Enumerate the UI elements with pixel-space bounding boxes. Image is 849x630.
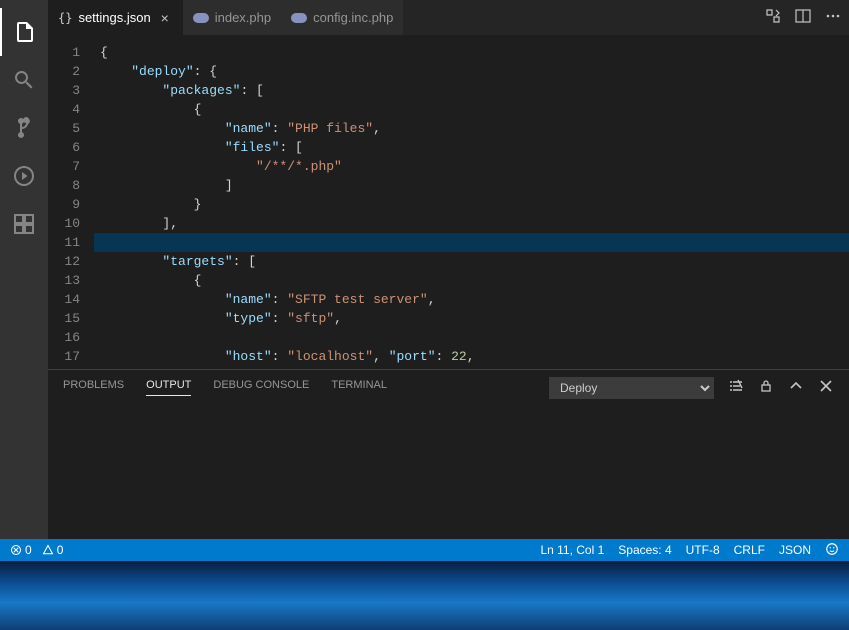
tab-label: index.php bbox=[215, 10, 271, 25]
code-line[interactable]: "host": "localhost", "port": 22, bbox=[94, 347, 849, 366]
tab-label: settings.json bbox=[78, 10, 150, 25]
clear-output-icon[interactable] bbox=[728, 378, 744, 397]
line-number: 17 bbox=[48, 347, 80, 366]
line-number: 3 bbox=[48, 81, 80, 100]
line-number: 13 bbox=[48, 271, 80, 290]
code-line[interactable]: "user": "tester", "password": "password" bbox=[94, 366, 849, 369]
close-tab-icon[interactable]: × bbox=[157, 10, 173, 26]
line-number: 7 bbox=[48, 157, 80, 176]
lock-scroll-icon[interactable] bbox=[758, 378, 774, 397]
statusbar: 0 0 Ln 11, Col 1 Spaces: 4 UTF-8 CRLF JS… bbox=[0, 539, 849, 561]
eol[interactable]: CRLF bbox=[734, 543, 765, 557]
more-actions-icon[interactable] bbox=[825, 8, 841, 27]
code-line[interactable]: { bbox=[94, 271, 849, 290]
search-icon[interactable] bbox=[0, 56, 48, 104]
code-line[interactable]: ] bbox=[94, 176, 849, 195]
activity-bar bbox=[0, 0, 48, 539]
php-file-icon bbox=[291, 13, 307, 23]
code-line[interactable]: "packages": [ bbox=[94, 81, 849, 100]
cursor-position[interactable]: Ln 11, Col 1 bbox=[540, 543, 604, 557]
line-number: 5 bbox=[48, 119, 80, 138]
code-line[interactable]: } bbox=[94, 195, 849, 214]
line-number: 14 bbox=[48, 290, 80, 309]
panel-tab-debug-console[interactable]: DEBUG CONSOLE bbox=[213, 379, 309, 396]
extensions-icon[interactable] bbox=[0, 200, 48, 248]
debug-icon[interactable] bbox=[0, 152, 48, 200]
line-number: 9 bbox=[48, 195, 80, 214]
line-number: 1 bbox=[48, 43, 80, 62]
code-line[interactable]: { bbox=[94, 43, 849, 62]
maximize-panel-icon[interactable] bbox=[788, 378, 804, 397]
explorer-icon[interactable] bbox=[0, 8, 48, 56]
panel-tab-problems[interactable]: PROBLEMS bbox=[63, 379, 124, 396]
code-line[interactable]: "name": "PHP files", bbox=[94, 119, 849, 138]
line-number: 15 bbox=[48, 309, 80, 328]
tab-index-php[interactable]: index.php bbox=[183, 0, 281, 35]
source-control-icon[interactable] bbox=[0, 104, 48, 152]
code-line[interactable]: "targets": [ bbox=[94, 252, 849, 271]
warning-badge[interactable]: 0 bbox=[42, 543, 64, 557]
code-line[interactable] bbox=[94, 328, 849, 347]
code-line[interactable]: "type": "sftp", bbox=[94, 309, 849, 328]
line-number: 12 bbox=[48, 252, 80, 271]
split-editor-icon[interactable] bbox=[795, 8, 811, 27]
windows-taskbar bbox=[0, 561, 849, 630]
diff-editor-icon[interactable] bbox=[765, 8, 781, 27]
close-panel-icon[interactable] bbox=[818, 378, 834, 397]
tab-bar: {} settings.json × index.php config.inc.php bbox=[48, 0, 849, 35]
code-line[interactable]: { bbox=[94, 100, 849, 119]
output-content bbox=[48, 405, 849, 539]
error-badge[interactable]: 0 bbox=[10, 543, 32, 557]
feedback-icon[interactable] bbox=[825, 542, 839, 559]
indentation[interactable]: Spaces: 4 bbox=[618, 543, 671, 557]
json-file-icon: {} bbox=[58, 11, 72, 25]
line-number: 8 bbox=[48, 176, 80, 195]
tab-config-inc-php[interactable]: config.inc.php bbox=[281, 0, 403, 35]
code-editor[interactable]: 12345678910111213141516171819 { "deploy"… bbox=[48, 35, 849, 369]
line-number: 2 bbox=[48, 62, 80, 81]
code-line[interactable]: "name": "SFTP test server", bbox=[94, 290, 849, 309]
panel-tab-output[interactable]: OUTPUT bbox=[146, 379, 191, 396]
code-line[interactable]: "/**/*.php" bbox=[94, 157, 849, 176]
line-number: 11 bbox=[48, 233, 80, 252]
encoding[interactable]: UTF-8 bbox=[686, 543, 720, 557]
line-number: 6 bbox=[48, 138, 80, 157]
tab-label: config.inc.php bbox=[313, 10, 393, 25]
panel-tab-terminal[interactable]: TERMINAL bbox=[331, 379, 387, 396]
line-number: 16 bbox=[48, 328, 80, 347]
line-number: 10 bbox=[48, 214, 80, 233]
output-channel-select[interactable]: Deploy bbox=[549, 377, 714, 399]
line-number: 4 bbox=[48, 100, 80, 119]
tab-settings-json[interactable]: {} settings.json × bbox=[48, 0, 183, 35]
php-file-icon bbox=[193, 13, 209, 23]
language-mode[interactable]: JSON bbox=[779, 543, 811, 557]
code-line[interactable]: ], bbox=[94, 214, 849, 233]
code-line[interactable]: "files": [ bbox=[94, 138, 849, 157]
code-line[interactable]: "deploy": { bbox=[94, 62, 849, 81]
code-line[interactable] bbox=[94, 233, 849, 252]
bottom-panel: PROBLEMS OUTPUT DEBUG CONSOLE TERMINAL Depl… bbox=[48, 369, 849, 539]
